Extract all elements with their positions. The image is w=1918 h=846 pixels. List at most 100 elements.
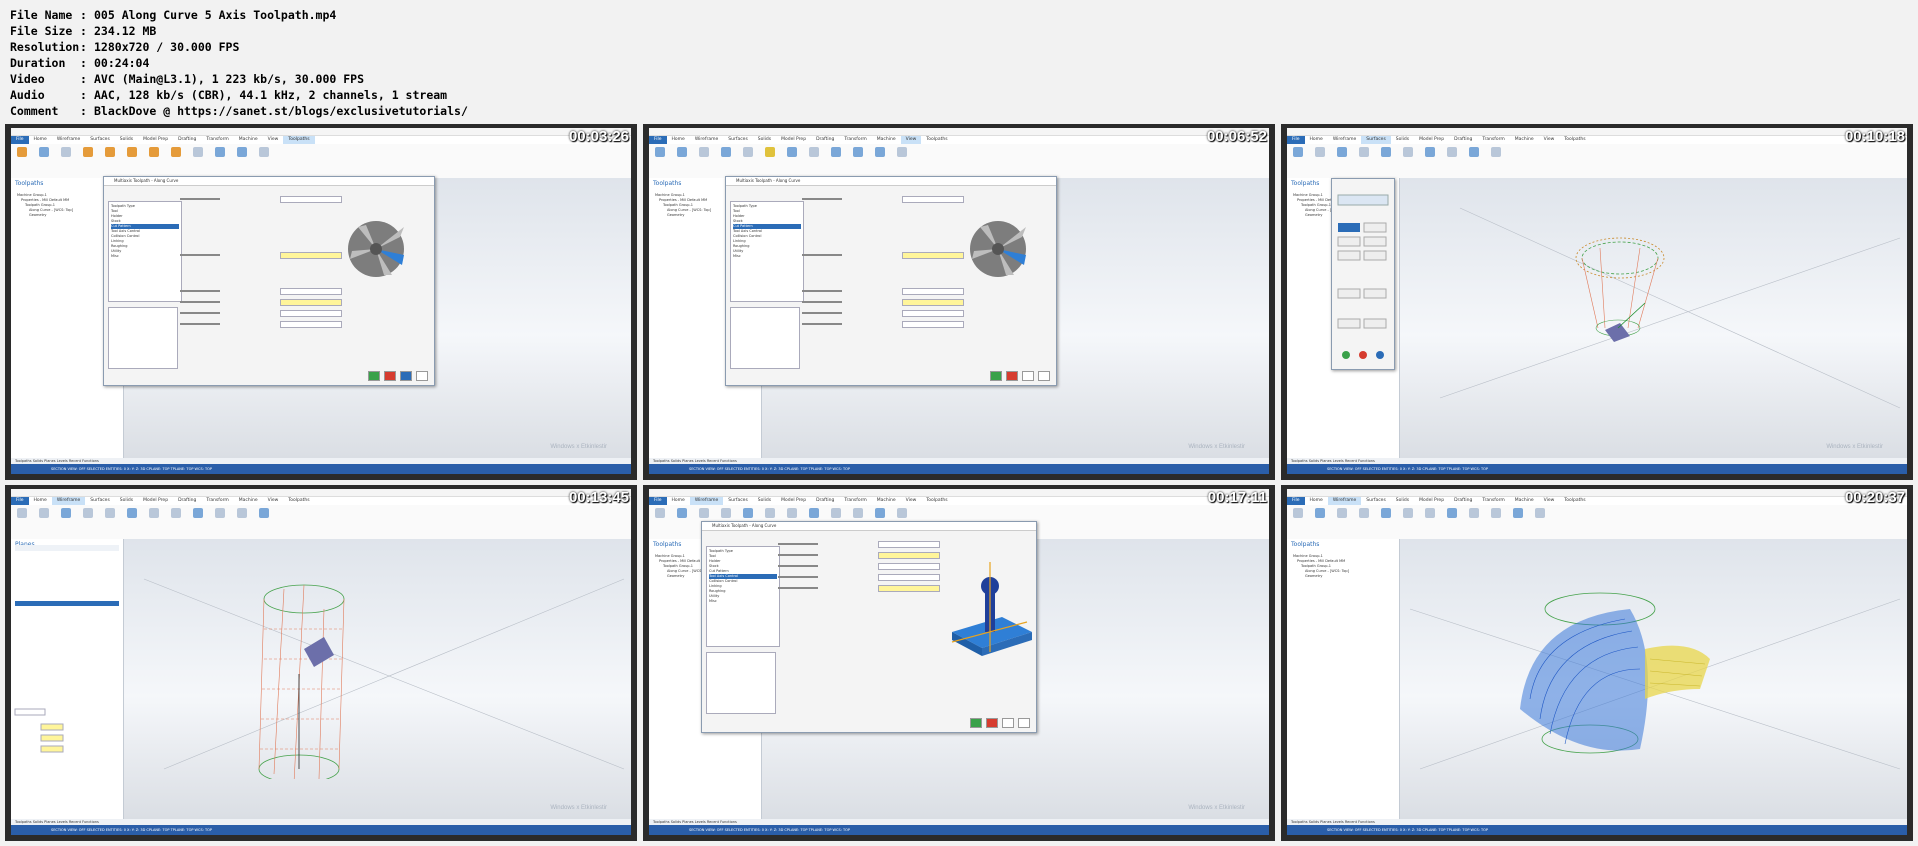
ribbon-button[interactable] xyxy=(1333,147,1351,163)
ribbon-button[interactable] xyxy=(1465,147,1483,163)
ribbon-button[interactable] xyxy=(673,147,691,163)
ribbon-button[interactable] xyxy=(1531,508,1549,524)
menu-file[interactable]: File xyxy=(649,136,667,144)
menu-home[interactable]: Home xyxy=(29,136,52,144)
ribbon-button[interactable] xyxy=(167,508,185,524)
menu-home[interactable]: Home xyxy=(1305,497,1328,505)
menu-transform[interactable]: Transform xyxy=(201,497,233,505)
menu-model-prep[interactable]: Model Prep xyxy=(1414,136,1449,144)
menu-home[interactable]: Home xyxy=(667,136,690,144)
menu-view[interactable]: View xyxy=(901,497,922,505)
menu-home[interactable]: Home xyxy=(1305,136,1328,144)
ribbon-button[interactable] xyxy=(717,147,735,163)
menu-surfaces[interactable]: Surfaces xyxy=(1361,497,1391,505)
ribbon-button[interactable] xyxy=(255,508,273,524)
ribbon-button[interactable] xyxy=(57,147,75,163)
ribbon-button[interactable] xyxy=(783,147,801,163)
menu-solids[interactable]: Solids xyxy=(753,497,776,505)
thumbnail-2[interactable]: 00:06:52 File Home Wireframe Surfaces Solids… xyxy=(643,124,1275,480)
menu-view[interactable]: View xyxy=(263,136,284,144)
ribbon-button[interactable] xyxy=(35,508,53,524)
cancel-button[interactable] xyxy=(384,371,396,381)
menu-machine[interactable]: Machine xyxy=(234,497,263,505)
menu-toolpaths[interactable]: Toolpaths xyxy=(1559,136,1590,144)
ribbon-button[interactable] xyxy=(651,508,669,524)
graphics-viewport[interactable] xyxy=(1400,539,1907,825)
menu-drafting[interactable]: Drafting xyxy=(173,136,201,144)
ribbon-button[interactable] xyxy=(1421,147,1439,163)
menu-drafting[interactable]: Drafting xyxy=(811,497,839,505)
ribbon-button[interactable] xyxy=(651,147,669,163)
menu-drafting[interactable]: Drafting xyxy=(173,497,201,505)
ribbon-button[interactable] xyxy=(233,147,251,163)
ribbon-button[interactable] xyxy=(1311,508,1329,524)
thumbnail-6[interactable]: 00:20:37 File Home Wireframe Surfaces Solids… xyxy=(1281,485,1913,841)
ok-button[interactable] xyxy=(368,371,380,381)
menu-solids[interactable]: Solids xyxy=(115,136,138,144)
menu-model-prep[interactable]: Model Prep xyxy=(776,136,811,144)
menu-drafting[interactable]: Drafting xyxy=(811,136,839,144)
menu-surfaces[interactable]: Surfaces xyxy=(1361,136,1391,144)
ribbon-button[interactable] xyxy=(123,508,141,524)
ribbon-button[interactable] xyxy=(1355,508,1373,524)
ribbon-button[interactable] xyxy=(849,147,867,163)
menu-toolpaths[interactable]: Toolpaths xyxy=(283,497,314,505)
ribbon-button[interactable] xyxy=(13,147,31,163)
ribbon-button[interactable] xyxy=(79,147,97,163)
menu-machine[interactable]: Machine xyxy=(1510,497,1539,505)
ribbon-button[interactable] xyxy=(827,147,845,163)
menu-wireframe[interactable]: Wireframe xyxy=(1327,497,1362,505)
ribbon-button[interactable] xyxy=(211,147,229,163)
ribbon-button[interactable] xyxy=(1377,147,1395,163)
menu-file[interactable]: File xyxy=(1287,136,1305,144)
ribbon-button[interactable] xyxy=(1377,508,1395,524)
ribbon-button[interactable] xyxy=(871,147,889,163)
menu-view[interactable]: View xyxy=(1539,136,1560,144)
ribbon-button[interactable] xyxy=(79,508,97,524)
ribbon-button[interactable] xyxy=(233,508,251,524)
ribbon-button[interactable] xyxy=(145,147,163,163)
menu-toolpaths[interactable]: Toolpaths xyxy=(921,136,952,144)
menu-machine[interactable]: Machine xyxy=(1510,136,1539,144)
menu-drafting[interactable]: Drafting xyxy=(1449,136,1477,144)
menu-transform[interactable]: Transform xyxy=(839,136,871,144)
menu-surfaces[interactable]: Surfaces xyxy=(723,497,753,505)
menu-model-prep[interactable]: Model Prep xyxy=(1414,497,1449,505)
menu-file[interactable]: File xyxy=(11,497,29,505)
ribbon-button[interactable] xyxy=(211,508,229,524)
menu-file[interactable]: File xyxy=(1287,497,1305,505)
menu-solids[interactable]: Solids xyxy=(753,136,776,144)
menu-transform[interactable]: Transform xyxy=(1477,497,1509,505)
ribbon-button[interactable] xyxy=(673,508,691,524)
ribbon-button[interactable] xyxy=(1509,508,1527,524)
menu-wireframe[interactable]: Wireframe xyxy=(1328,136,1361,144)
ribbon-button[interactable] xyxy=(1311,147,1329,163)
ribbon-button[interactable] xyxy=(145,508,163,524)
pin-button[interactable] xyxy=(1038,371,1050,381)
menu-surfaces[interactable]: Surfaces xyxy=(85,136,115,144)
ribbon-button[interactable] xyxy=(1421,508,1439,524)
ribbon-button[interactable] xyxy=(1399,508,1417,524)
cancel-button[interactable] xyxy=(1006,371,1018,381)
ribbon-button[interactable] xyxy=(101,147,119,163)
menu-transform[interactable]: Transform xyxy=(1477,136,1509,144)
ribbon-button[interactable] xyxy=(1289,147,1307,163)
menu-wireframe[interactable]: Wireframe xyxy=(52,136,85,144)
menu-model-prep[interactable]: Model Prep xyxy=(138,497,173,505)
menu-file[interactable]: File xyxy=(649,497,667,505)
tree-item[interactable]: Geometry xyxy=(1305,574,1393,579)
ribbon-button[interactable] xyxy=(57,508,75,524)
menu-toolpaths[interactable]: Toolpaths xyxy=(921,497,952,505)
thumbnail-3[interactable]: 00:10:18 File Home Wireframe Surfaces Solids… xyxy=(1281,124,1913,480)
menu-wireframe[interactable]: Wireframe xyxy=(51,497,86,505)
ribbon-button[interactable] xyxy=(189,508,207,524)
ribbon-button[interactable] xyxy=(123,147,141,163)
ribbon-button[interactable] xyxy=(1443,508,1461,524)
ribbon-button[interactable] xyxy=(805,147,823,163)
ribbon-button[interactable] xyxy=(1487,147,1505,163)
ribbon-button[interactable] xyxy=(255,147,273,163)
menu-toolpaths[interactable]: Toolpaths xyxy=(1559,497,1590,505)
ribbon-button[interactable] xyxy=(1333,508,1351,524)
ribbon-button[interactable] xyxy=(1289,508,1307,524)
menu-model-prep[interactable]: Model Prep xyxy=(776,497,811,505)
